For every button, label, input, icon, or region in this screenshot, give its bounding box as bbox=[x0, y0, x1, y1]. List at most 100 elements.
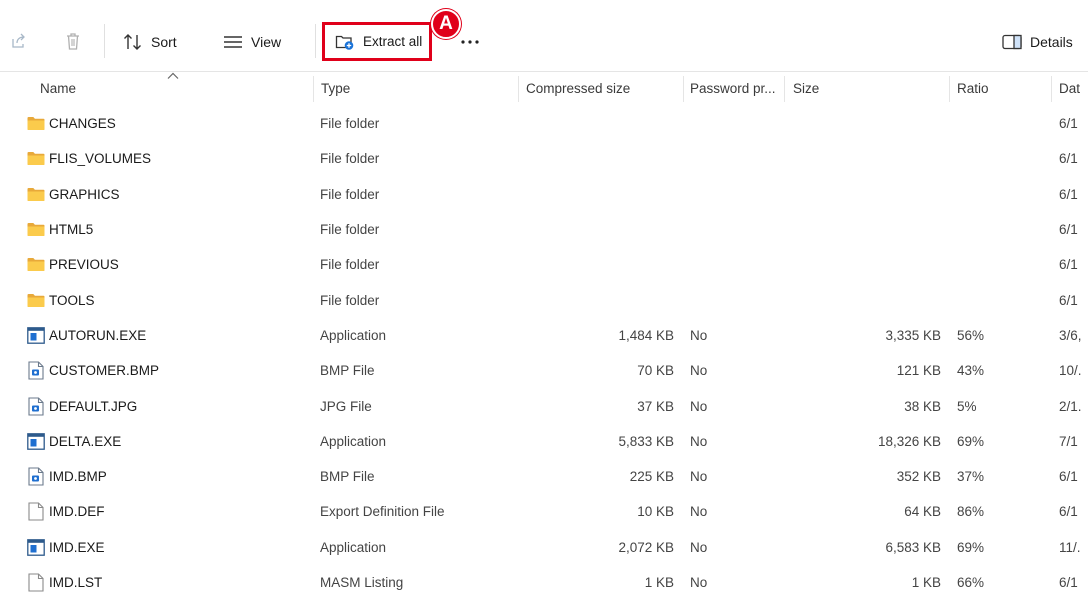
file-size bbox=[790, 247, 941, 282]
password-protected bbox=[690, 247, 770, 282]
column-header-ratio[interactable]: Ratio bbox=[957, 72, 1047, 104]
details-button[interactable]: Details bbox=[1002, 20, 1073, 64]
compression-ratio bbox=[957, 106, 1017, 141]
file-size: 18,326 KB bbox=[877, 433, 941, 449]
table-row[interactable]: IMD.DEF Export Definition File 10 KB No 64 K… bbox=[0, 494, 1088, 529]
column-header-compressed-size[interactable]: Compressed size bbox=[526, 72, 676, 104]
view-button[interactable]: View bbox=[223, 20, 281, 64]
compressed-size bbox=[520, 141, 674, 176]
file-type: File folder bbox=[320, 292, 380, 308]
compression-ratio: 5% bbox=[957, 398, 977, 414]
compression-ratio: 69% bbox=[957, 433, 985, 449]
file-type: Application bbox=[320, 327, 387, 343]
password-protected bbox=[690, 212, 770, 247]
compressed-size bbox=[520, 106, 674, 141]
file-name: DELTA.EXE bbox=[49, 433, 122, 449]
file-type: Export Definition File bbox=[320, 504, 445, 520]
folder-icon bbox=[26, 106, 46, 141]
table-row[interactable]: IMD.LST MASM Listing 1 KB No 1 KB 66% 6/1 bbox=[0, 565, 1088, 600]
table-row[interactable]: TOOLS File folder 6/1 bbox=[0, 282, 1088, 317]
file-name: IMD.LST bbox=[49, 575, 103, 590]
compression-ratio: 37% bbox=[957, 469, 985, 485]
compressed-size: 10 KB bbox=[637, 504, 674, 520]
date-modified: 7/1 bbox=[1059, 433, 1078, 449]
table-row[interactable]: IMD.BMP BMP File 225 KB No 352 KB 37% 6/1 bbox=[0, 459, 1088, 494]
folder-icon bbox=[26, 282, 46, 317]
file-type: Application bbox=[320, 539, 387, 555]
file-type: BMP File bbox=[320, 363, 375, 379]
file-type: JPG File bbox=[320, 398, 372, 414]
table-row[interactable]: IMD.EXE Application 2,072 KB No 6,583 KB 69% 1… bbox=[0, 530, 1088, 565]
compression-ratio: 43% bbox=[957, 363, 985, 379]
password-protected: No bbox=[690, 327, 708, 343]
share-button[interactable] bbox=[10, 28, 28, 54]
column-divider[interactable] bbox=[784, 76, 785, 102]
table-row[interactable]: DEFAULT.JPG JPG File 37 KB No 38 KB 5% 2/1. bbox=[0, 388, 1088, 423]
column-header-date[interactable]: Dat bbox=[1059, 72, 1088, 104]
column-header-password-protected[interactable]: Password pr... bbox=[690, 72, 780, 104]
file-name: TOOLS bbox=[49, 292, 95, 308]
file-name: IMD.DEF bbox=[49, 504, 105, 520]
file-size: 3,335 KB bbox=[885, 327, 941, 343]
list-view-icon bbox=[223, 35, 243, 49]
column-divider[interactable] bbox=[313, 76, 314, 102]
column-divider[interactable] bbox=[1051, 76, 1052, 102]
table-row[interactable]: FLIS_VOLUMES File folder 6/1 bbox=[0, 141, 1088, 176]
date-modified: 6/1 bbox=[1059, 292, 1078, 308]
password-protected: No bbox=[690, 504, 708, 520]
file-size bbox=[790, 106, 941, 141]
file-size bbox=[790, 177, 941, 212]
file-size: 64 KB bbox=[904, 504, 941, 520]
password-protected bbox=[690, 177, 770, 212]
column-header-name[interactable]: Name bbox=[40, 72, 310, 104]
compression-ratio bbox=[957, 212, 1017, 247]
folder-icon bbox=[26, 212, 46, 247]
password-protected: No bbox=[690, 433, 708, 449]
table-row[interactable]: HTML5 File folder 6/1 bbox=[0, 212, 1088, 247]
column-header-type[interactable]: Type bbox=[321, 72, 511, 104]
file-name: AUTORUN.EXE bbox=[49, 327, 147, 343]
image-file-icon bbox=[26, 388, 46, 423]
file-size bbox=[790, 212, 941, 247]
column-divider[interactable] bbox=[683, 76, 684, 102]
compression-ratio: 66% bbox=[957, 575, 985, 590]
date-modified: 6/1 bbox=[1059, 222, 1078, 238]
date-modified: 6/1 bbox=[1059, 257, 1078, 273]
compressed-size: 225 KB bbox=[629, 469, 674, 485]
date-modified: 3/6, bbox=[1059, 327, 1082, 343]
date-modified: 11/. bbox=[1059, 539, 1081, 555]
table-row[interactable]: CUSTOMER.BMP BMP File 70 KB No 121 KB 43% 10/. bbox=[0, 353, 1088, 388]
file-name: IMD.EXE bbox=[49, 539, 105, 555]
compression-ratio: 86% bbox=[957, 504, 985, 520]
file-type: File folder bbox=[320, 222, 380, 238]
table-row[interactable]: GRAPHICS File folder 6/1 bbox=[0, 177, 1088, 212]
toolbar-divider bbox=[315, 24, 316, 58]
table-row[interactable]: PREVIOUS File folder 6/1 bbox=[0, 247, 1088, 282]
compressed-size: 1,484 KB bbox=[618, 327, 674, 343]
extract-all-button[interactable]: Extract all bbox=[322, 22, 432, 61]
date-modified: 2/1. bbox=[1059, 398, 1082, 414]
compression-ratio bbox=[957, 141, 1017, 176]
blank-file-icon bbox=[26, 494, 46, 529]
file-type: BMP File bbox=[320, 469, 375, 485]
table-row[interactable]: AUTORUN.EXE Application 1,484 KB No 3,335 KB… bbox=[0, 318, 1088, 353]
delete-button[interactable] bbox=[64, 28, 82, 54]
password-protected: No bbox=[690, 575, 708, 590]
file-size bbox=[790, 141, 941, 176]
password-protected: No bbox=[690, 469, 708, 485]
file-name: HTML5 bbox=[49, 222, 94, 238]
application-icon bbox=[26, 318, 46, 353]
table-row[interactable]: DELTA.EXE Application 5,833 KB No 18,326 KB 6… bbox=[0, 424, 1088, 459]
sort-label: Sort bbox=[151, 34, 177, 50]
date-modified: 6/1 bbox=[1059, 116, 1078, 132]
date-modified: 6/1 bbox=[1059, 186, 1078, 202]
table-row[interactable]: CHANGES File folder 6/1 bbox=[0, 106, 1088, 141]
column-divider[interactable] bbox=[518, 76, 519, 102]
compressed-size: 70 KB bbox=[637, 363, 674, 379]
column-header-size[interactable]: Size bbox=[793, 72, 943, 104]
column-divider[interactable] bbox=[949, 76, 950, 102]
application-icon bbox=[26, 530, 46, 565]
file-size: 38 KB bbox=[904, 398, 941, 414]
sort-button[interactable]: Sort bbox=[123, 20, 177, 64]
more-options-button[interactable] bbox=[460, 30, 480, 54]
